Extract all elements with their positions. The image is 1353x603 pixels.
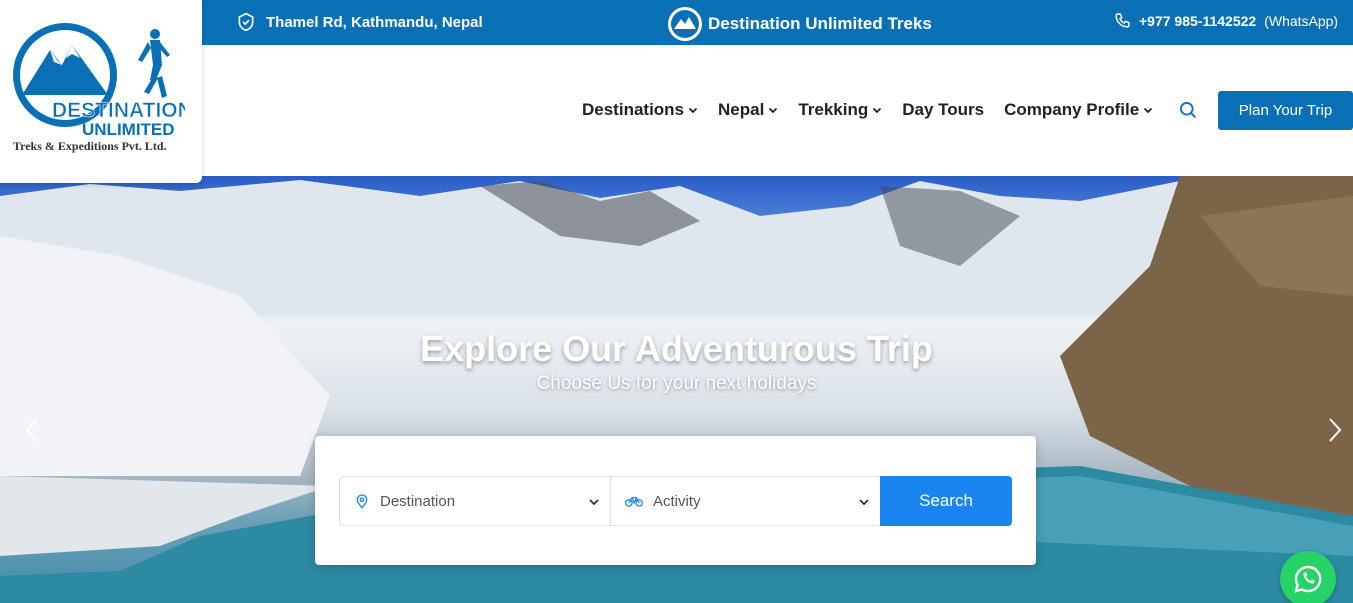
whatsapp-icon (1294, 565, 1322, 593)
phone-number: +977 985-1142522 (1139, 12, 1257, 29)
mini-logo-icon (668, 7, 702, 41)
logo-tagline: Treks & Expeditions Pvt. Ltd. (13, 139, 167, 153)
prev-slide-arrow-icon[interactable] (22, 416, 42, 444)
main-nav: Destinations Nepal Trekking Day Tours Co… (582, 100, 1153, 120)
chevron-down-icon (1144, 107, 1153, 114)
logo-line1: DESTINATION (52, 99, 185, 122)
nav-label: Nepal (718, 100, 765, 119)
activity-placeholder: Activity (653, 492, 701, 510)
logo-line2: UNLIMITED (82, 120, 175, 139)
nav-day-tours[interactable]: Day Tours (902, 100, 984, 120)
destination-select[interactable]: Destination (339, 476, 611, 526)
nav-destinations[interactable]: Destinations (582, 100, 698, 120)
nav-label: Trekking (798, 100, 869, 119)
trip-search-form: Destination Activity Search (315, 436, 1036, 565)
nav-label: Company Profile (1004, 100, 1140, 119)
destination-placeholder: Destination (380, 492, 456, 510)
nav-label: Day Tours (902, 100, 985, 119)
site-logo[interactable]: DESTINATION UNLIMITED Treks & Expedition… (0, 0, 202, 183)
shield-check-icon (238, 12, 254, 32)
chevron-down-icon (688, 107, 698, 114)
brand[interactable]: Destination Unlimited Treks (668, 7, 932, 41)
top-info-bar: Thamel Rd, Kathmandu, Nepal Destination … (202, 0, 1353, 45)
next-slide-arrow-icon[interactable] (1325, 416, 1345, 444)
search-button[interactable]: Search (880, 476, 1012, 526)
nav-company-profile[interactable]: Company Profile (1004, 100, 1153, 120)
nav-trekking[interactable]: Trekking (798, 100, 882, 120)
mountain-logo-icon: DESTINATION UNLIMITED (13, 23, 185, 139)
hero-banner: Explore Our Adventurous Trip Choose Us f… (0, 176, 1353, 603)
hero-title: Explore Our Adventurous Trip (420, 328, 933, 369)
activity-select[interactable]: Activity (610, 476, 881, 526)
phone-icon (1115, 13, 1130, 28)
address: Thamel Rd, Kathmandu, Nepal (236, 12, 483, 32)
location-pin-icon (356, 494, 368, 509)
nav-nepal[interactable]: Nepal (718, 100, 778, 120)
nav-label: Destinations (582, 100, 685, 119)
address-text: Thamel Rd, Kathmandu, Nepal (266, 13, 483, 31)
bicycle-icon (625, 497, 643, 507)
search-icon[interactable] (1178, 100, 1198, 120)
whatsapp-chat-button[interactable] (1280, 551, 1336, 603)
hero-subtitle: Choose Us for your next holidays (536, 373, 817, 394)
phone-contact[interactable]: +977 985-1142522 (WhatsApp) (1114, 12, 1338, 29)
chevron-down-icon (859, 499, 869, 506)
brand-text: Destination Unlimited Treks (708, 14, 932, 33)
chevron-down-icon (589, 499, 599, 506)
chevron-down-icon (769, 107, 778, 114)
chevron-down-icon (873, 107, 882, 114)
plan-your-trip-button[interactable]: Plan Your Trip (1218, 91, 1353, 130)
whatsapp-label: (WhatsApp) (1264, 12, 1339, 29)
